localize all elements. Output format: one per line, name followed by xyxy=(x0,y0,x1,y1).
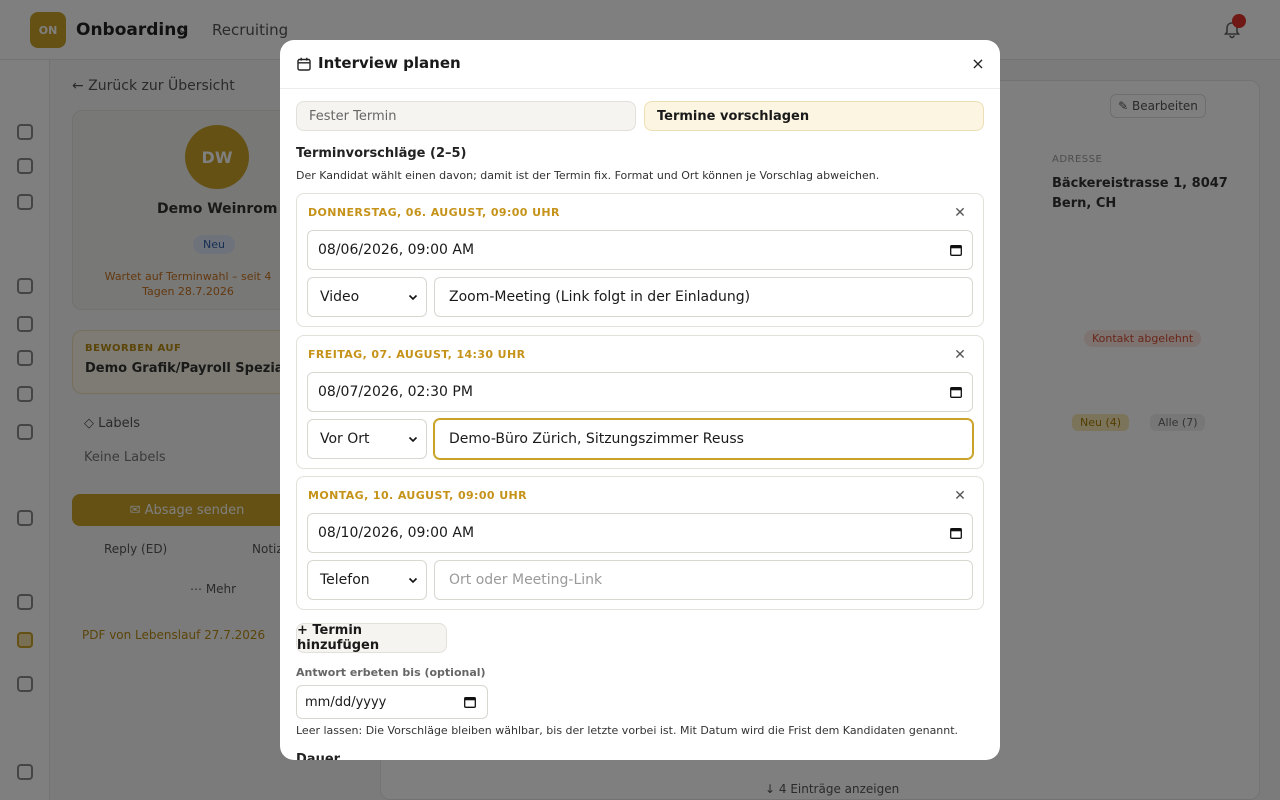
section-title: Terminvorschläge (2–5) xyxy=(296,146,467,161)
remove-slot-icon[interactable]: ✕ xyxy=(951,346,969,364)
dialog-header: Interview planen × xyxy=(280,40,1000,89)
deadline-help: Leer lassen: Die Vorschläge bleiben wähl… xyxy=(296,724,959,737)
location-value: Demo-Büro Zürich, Sitzungszimmer Reuss xyxy=(449,431,744,447)
chevron-down-icon xyxy=(408,436,418,443)
location-placeholder: Ort oder Meeting-Link xyxy=(449,572,603,588)
deadline-date-input[interactable]: mm/dd/yyyy xyxy=(296,685,488,719)
datetime-value: 08/06/2026, 09:00 AM xyxy=(318,242,475,258)
datetime-input[interactable]: 08/07/2026, 02:30 PM xyxy=(307,372,973,412)
slot-card: FREITAG, 07. AUGUST, 14:30 UHR ✕ 08/07/2… xyxy=(296,335,984,469)
duration-label: Dauer xyxy=(296,752,341,760)
calendar-icon xyxy=(297,57,311,71)
slot-card: MONTAG, 10. AUGUST, 09:00 UHR ✕ 08/10/20… xyxy=(296,476,984,610)
calendar-icon[interactable] xyxy=(950,244,962,256)
format-value: Video xyxy=(320,289,360,305)
location-input[interactable]: Ort oder Meeting-Link xyxy=(434,560,973,600)
deadline-label: Antwort erbeten bis (optional) xyxy=(296,666,486,679)
close-icon[interactable]: × xyxy=(969,55,987,73)
datetime-input[interactable]: 08/10/2026, 09:00 AM xyxy=(307,513,973,553)
deadline-placeholder: mm/dd/yyyy xyxy=(305,694,387,710)
datetime-value: 08/10/2026, 09:00 AM xyxy=(318,525,475,541)
calendar-icon[interactable] xyxy=(950,386,962,398)
calendar-icon[interactable] xyxy=(464,696,476,708)
remove-slot-icon[interactable]: ✕ xyxy=(951,487,969,505)
interview-dialog: Interview planen × Fester Termin Termine… xyxy=(280,40,1000,760)
remove-slot-icon[interactable]: ✕ xyxy=(951,204,969,222)
format-select[interactable]: Telefon xyxy=(307,560,427,600)
location-value: Zoom-Meeting (Link folgt in der Einladun… xyxy=(449,289,751,305)
calendar-icon[interactable] xyxy=(950,527,962,539)
add-slot-button[interactable]: + Termin hinzufügen xyxy=(296,623,447,653)
section-help: Der Kandidat wählt einen davon; damit is… xyxy=(296,169,880,182)
chevron-down-icon xyxy=(408,294,418,301)
format-value: Vor Ort xyxy=(320,431,370,447)
tab-propose-dates[interactable]: Termine vorschlagen xyxy=(644,101,984,131)
slot-card: DONNERSTAG, 06. AUGUST, 09:00 UHR ✕ 08/0… xyxy=(296,193,984,327)
slot-heading: DONNERSTAG, 06. AUGUST, 09:00 UHR xyxy=(308,206,560,219)
chevron-down-icon xyxy=(408,577,418,584)
location-input[interactable]: Zoom-Meeting (Link folgt in der Einladun… xyxy=(434,277,973,317)
tab-fixed-date[interactable]: Fester Termin xyxy=(296,101,636,131)
location-input[interactable]: Demo-Büro Zürich, Sitzungszimmer Reuss xyxy=(434,419,973,459)
datetime-value: 08/07/2026, 02:30 PM xyxy=(318,384,473,400)
datetime-input[interactable]: 08/06/2026, 09:00 AM xyxy=(307,230,973,270)
format-select[interactable]: Vor Ort xyxy=(307,419,427,459)
dialog-title: Interview planen xyxy=(318,54,461,72)
format-select[interactable]: Video xyxy=(307,277,427,317)
slot-heading: MONTAG, 10. AUGUST, 09:00 UHR xyxy=(308,489,528,502)
format-value: Telefon xyxy=(320,572,370,588)
slot-heading: FREITAG, 07. AUGUST, 14:30 UHR xyxy=(308,348,526,361)
